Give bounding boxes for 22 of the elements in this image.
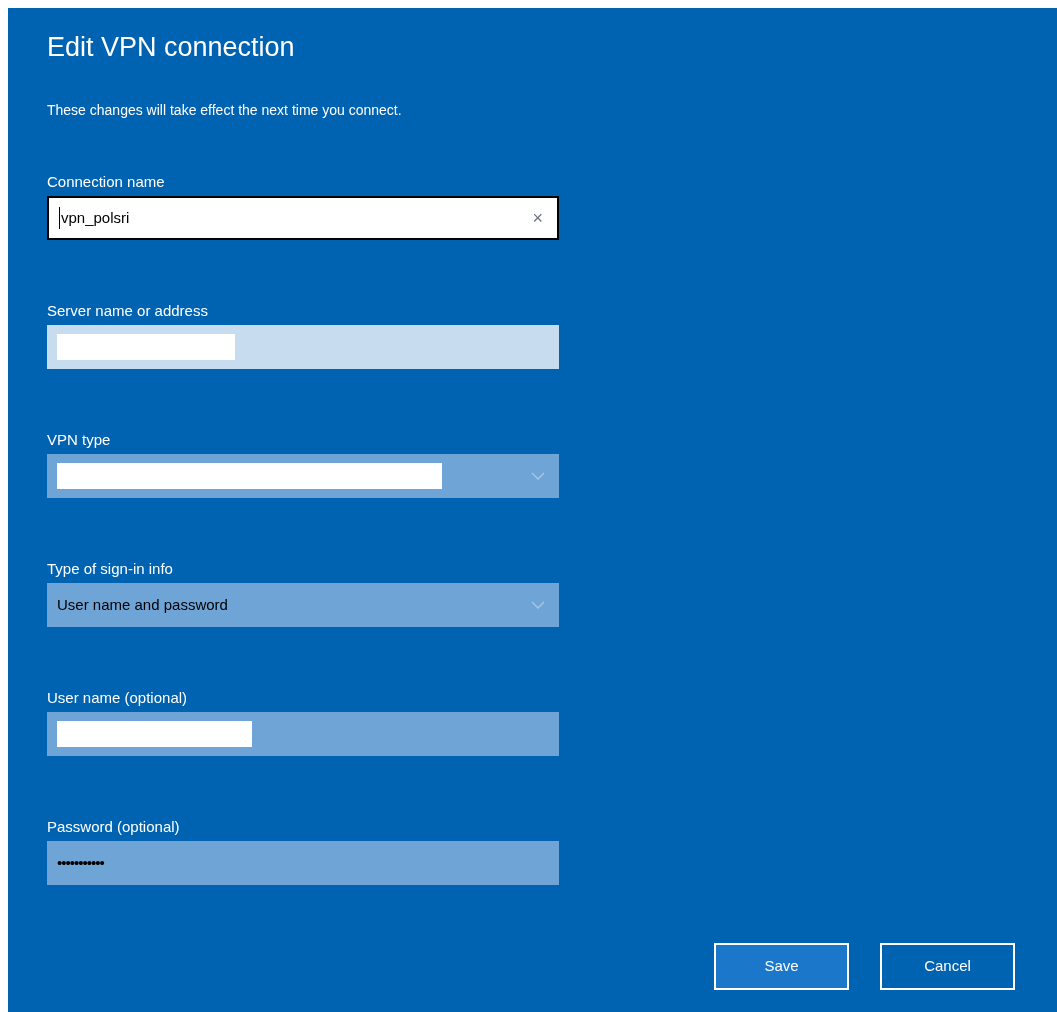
field-label: VPN type xyxy=(47,430,112,450)
field-label: Password (optional) xyxy=(47,817,181,837)
description-text: These changes will take effect the next time you connect. xyxy=(47,101,403,120)
field-label: Type of sign-in info xyxy=(47,559,174,579)
dialog-title: Edit VPN connection xyxy=(47,31,296,64)
input-field[interactable]: vpn_polsri × xyxy=(47,196,559,240)
field-label: Connection name xyxy=(47,172,166,192)
field-label: Server name or address xyxy=(47,301,209,321)
chevron-down-icon xyxy=(531,472,545,480)
clear-button[interactable]: × xyxy=(532,204,543,232)
input-field[interactable] xyxy=(47,325,559,369)
dropdown[interactable]: User name and password xyxy=(47,583,559,627)
field-label: User name (optional) xyxy=(47,688,189,708)
field-value: User name and password xyxy=(57,594,228,615)
dropdown[interactable] xyxy=(47,454,559,498)
input-field[interactable] xyxy=(47,712,559,756)
dialog-button[interactable]: Cancel xyxy=(880,943,1015,990)
field-value: vpn_polsri xyxy=(59,206,130,230)
password-field[interactable]: ••••••••••• xyxy=(47,841,559,885)
password-dots: ••••••••••• xyxy=(57,852,104,873)
chevron-down-icon xyxy=(531,601,545,609)
dialog-button[interactable]: Save xyxy=(714,943,849,990)
